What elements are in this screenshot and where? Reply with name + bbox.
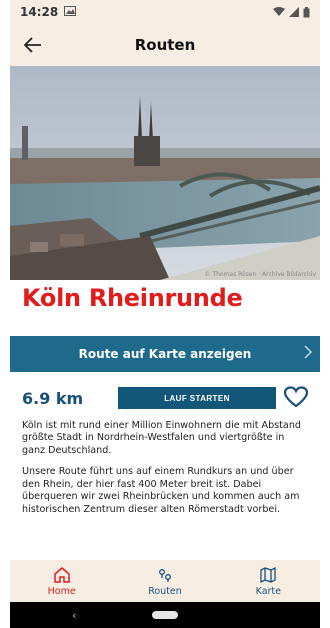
favorite-heart-icon[interactable] — [284, 386, 308, 408]
status-bar: 14:28 — [10, 0, 320, 24]
battery-icon — [303, 6, 310, 17]
route-pins-icon — [159, 568, 171, 582]
description-paragraph: Unsere Route führt uns auf einem Rundkur… — [22, 466, 300, 515]
show-on-map-label: Route auf Karte anzeigen — [78, 347, 252, 361]
nav-karte[interactable]: Karte — [217, 560, 320, 602]
arrow-left-icon — [24, 37, 41, 53]
system-home-pill[interactable] — [152, 611, 178, 619]
system-icons — [273, 6, 310, 18]
wifi-icon — [273, 7, 285, 16]
description-paragraph: Köln ist mit rund einer Million Einwohne… — [22, 420, 301, 456]
nav-home-label: Home — [47, 585, 76, 597]
app-bar: Routen — [10, 24, 320, 66]
start-run-button[interactable]: LAUF STARTEN — [118, 387, 276, 409]
route-description: Köln ist mit rund einer Million Einwohne… — [22, 420, 310, 525]
chevron-right-icon — [304, 344, 312, 364]
route-distance: 6.9 km — [22, 388, 84, 408]
show-on-map-button[interactable]: Route auf Karte anzeigen — [10, 336, 320, 372]
nav-karte-label: Karte — [255, 585, 281, 597]
page-title: Routen — [134, 36, 196, 54]
home-icon — [53, 566, 70, 583]
image-credit: © Thomas Rösen · Archive Bildarchiv — [204, 271, 316, 278]
phone-screen: 14:28 Routen © Thomas Rösen · Archive Bi… — [10, 0, 320, 628]
distance-row: 6.9 km LAUF STARTEN — [22, 384, 308, 412]
nav-routen-label: Routen — [148, 585, 182, 597]
gallery-notification-icon — [64, 5, 77, 19]
system-navigation-bar: ‹ — [10, 602, 320, 628]
route-title: Köln Rheinrunde — [22, 284, 243, 312]
status-time: 14:28 — [20, 5, 59, 19]
nav-home[interactable]: Home — [10, 560, 113, 602]
back-button[interactable] — [22, 34, 44, 56]
hero-image: © Thomas Rösen · Archive Bildarchiv — [10, 66, 320, 280]
bottom-navigation: Home Routen Karte — [10, 560, 320, 602]
map-icon — [260, 566, 276, 583]
system-back-icon[interactable]: ‹ — [72, 609, 76, 622]
signal-icon — [289, 7, 299, 17]
nav-routen[interactable]: Routen — [113, 560, 216, 602]
